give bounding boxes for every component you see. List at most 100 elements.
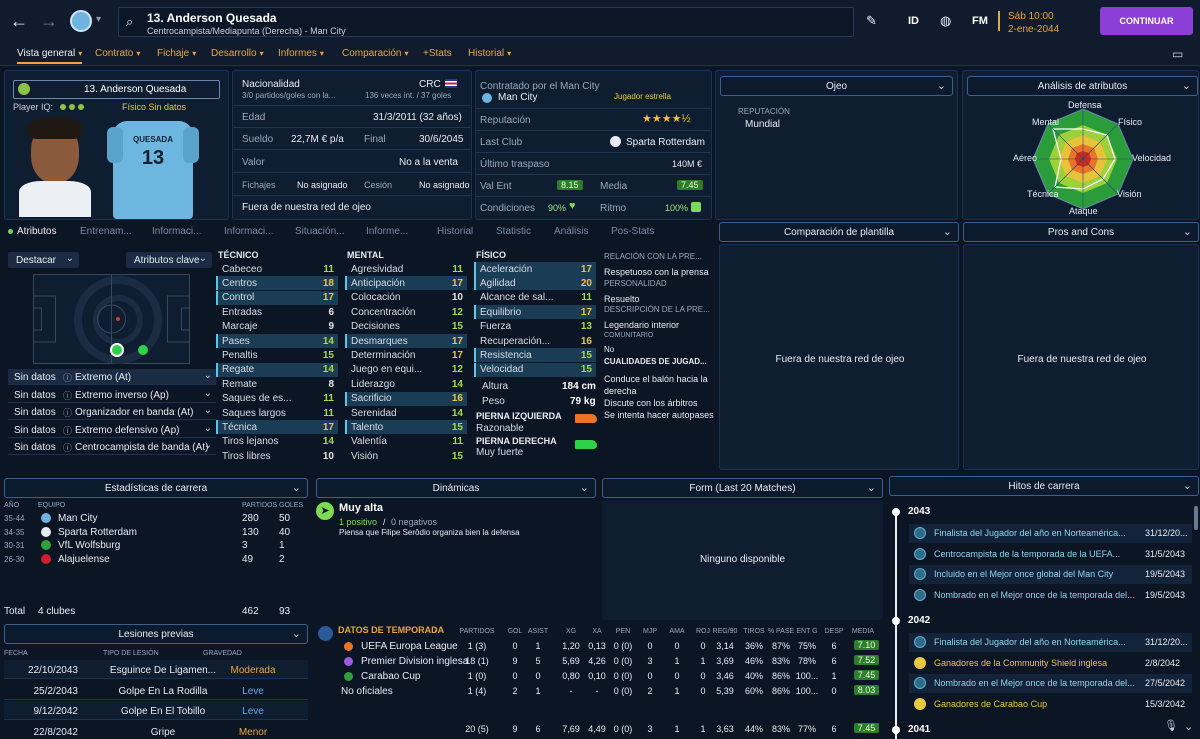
season-stats-title[interactable]: DATOS DE TEMPORADA (338, 625, 444, 635)
attribute-row[interactable]: Desmarques 17 (345, 334, 467, 348)
chevron-down-icon[interactable]: ⌄ (1184, 720, 1193, 733)
injury-row[interactable]: 22/10/2043 Esguince De Ligamen... Moderada (4, 660, 308, 679)
scrollbar-thumb[interactable] (1194, 506, 1198, 530)
milestone-item[interactable]: Ganadores de la Community Shield inglesa… (909, 654, 1192, 673)
attribute-row[interactable]: Regate 14 (216, 362, 338, 377)
secondary-position-marker[interactable] (138, 345, 148, 355)
nav-item[interactable]: Vista general ▾ (17, 48, 83, 64)
nav-item[interactable]: +Stats (423, 48, 452, 59)
attribute-row[interactable]: Juego en equi... 12 (345, 363, 467, 377)
attribute-row[interactable]: Serenidad 14 (345, 406, 467, 420)
attribute-row[interactable]: Saques largos 11 (216, 406, 338, 420)
injuries-dropdown[interactable]: Lesiones previas ⌄ (4, 624, 308, 644)
career-row[interactable]: 26-30 Alajuelense 49 2 (4, 553, 308, 566)
attribute-row[interactable]: Colocación 10 (345, 291, 467, 305)
club-name[interactable]: Man City (498, 92, 537, 103)
role-row[interactable]: Sin datos ⓘ Extremo (At) ⌄ (8, 369, 216, 385)
attribute-row[interactable]: Control 17 (216, 290, 338, 305)
dynamics-dropdown[interactable]: Dinámicas ⌄ (316, 478, 596, 498)
attribute-row[interactable]: Remate 8 (216, 377, 338, 391)
milestone-item[interactable]: Ganadores de Carabao Cup 15/3/2042 (909, 695, 1192, 714)
attribute-row[interactable]: Tiros libres 10 (216, 449, 338, 463)
attribute-row[interactable]: Entradas 6 (216, 305, 338, 319)
season-row[interactable]: No oficiales 1 (4) 2 1- -0 (0) 2 1 0 5,39 60% 86% 1… (316, 685, 883, 699)
nav-item[interactable]: Comparación ▾ (342, 48, 409, 59)
calendar-icon[interactable] (998, 11, 1002, 31)
pros-cons-dropdown[interactable]: Pros and Cons ⌄ (963, 222, 1199, 242)
last-club-value[interactable]: Sparta Rotterdam (626, 137, 705, 148)
career-row[interactable]: 34-35 Sparta Rotterdam 130 40 (4, 526, 308, 539)
attribute-row[interactable]: Tiros lejanos 14 (216, 435, 338, 449)
primary-position-marker[interactable] (110, 343, 124, 357)
injury-row[interactable]: 25/2/2043 Golpe En La Rodilla Leve (4, 681, 308, 700)
attribute-row[interactable]: Recuperación... 16 (474, 334, 596, 348)
player-search-box[interactable]: ⌕ 13. Anderson Quesada Centrocampista/Me… (118, 7, 854, 37)
club-dropdown-icon[interactable]: ▾ (96, 14, 101, 25)
squad-comparison-dropdown[interactable]: Comparación de plantilla ⌄ (719, 222, 959, 242)
attribute-tab[interactable]: Situación... (295, 226, 344, 237)
attribute-row[interactable]: Penaltis 15 (216, 348, 338, 362)
attribute-tab[interactable]: Análisis (554, 226, 588, 237)
highlight-dropdown[interactable]: Destacar ⌄ (8, 252, 79, 268)
attribute-tab[interactable]: Atributos (17, 226, 56, 237)
scouting-dropdown[interactable]: Ojeo ⌄ (720, 76, 953, 96)
attribute-row[interactable]: Aceleración 17 (474, 262, 596, 276)
role-row[interactable]: Sin datos ⓘ Organizador en banda (At) ⌄ (8, 404, 216, 420)
role-row[interactable]: Sin datos ⓘ Centrocampista de banda (At) ⌄ (8, 439, 216, 455)
attribute-row[interactable]: Marcaje 9 (216, 320, 338, 334)
attribute-tab[interactable]: Informaci... (224, 226, 273, 237)
attribute-row[interactable]: Visión 15 (345, 449, 467, 463)
attribute-row[interactable]: Valentía 11 (345, 435, 467, 449)
id-button[interactable]: ID (908, 15, 919, 27)
role-row[interactable]: Sin datos ⓘ Extremo inverso (Ap) ⌄ (8, 387, 216, 403)
milestone-item[interactable]: Finalista del Jugador del año en Norteam… (909, 633, 1192, 652)
attribute-row[interactable]: Agilidad 20 (474, 276, 596, 291)
edit-icon[interactable]: ✎ (866, 13, 877, 29)
attribute-tab[interactable]: Pos-Stats (611, 226, 654, 237)
forward-icon[interactable]: → (40, 11, 58, 32)
milestone-item[interactable]: Nombrado en el Mejor once de la temporad… (909, 586, 1192, 605)
screen-icon[interactable]: ▭ (1172, 47, 1183, 61)
milestones-dropdown[interactable]: Hitos de carrera ⌄ (889, 476, 1199, 496)
nav-item[interactable]: Contrato ▾ (95, 48, 140, 59)
attribute-row[interactable]: Decisiones 15 (345, 320, 467, 334)
attribute-row[interactable]: Agresividad 11 (345, 262, 467, 276)
attribute-row[interactable]: Concentración 12 (345, 305, 467, 319)
attribute-tab[interactable]: Historial (437, 226, 473, 237)
fm-button[interactable]: FM (972, 15, 988, 27)
microphone-icon[interactable]: 🎙 (1164, 719, 1178, 735)
back-icon[interactable]: ← (10, 11, 28, 32)
attribute-row[interactable]: Equilibrio 17 (474, 305, 596, 320)
attribute-row[interactable]: Pases 14 (216, 334, 338, 348)
attribute-row[interactable]: Resistencia 15 (474, 348, 596, 363)
club-badge-icon[interactable] (70, 10, 92, 32)
attribute-tab[interactable]: Informe... (366, 226, 408, 237)
dynamics-negatives[interactable]: 0 negativos (391, 517, 437, 527)
nav-item[interactable]: Historial ▾ (468, 48, 511, 59)
season-row[interactable]: UEFA Europa League 1 (3) 0 1 1,20 0,13 0 (0) 0 0… (316, 640, 883, 654)
attribute-row[interactable]: Velocidad 15 (474, 362, 596, 377)
attribute-row[interactable]: Saques de es... 11 (216, 392, 338, 406)
role-row[interactable]: Sin datos ⓘ Extremo defensivo (Ap) ⌄ (8, 422, 216, 438)
injury-row[interactable]: 22/8/2042 Gripe Menor (4, 722, 308, 739)
nav-item[interactable]: Fichaje ▾ (157, 48, 196, 59)
attribute-row[interactable]: Determinación 17 (345, 348, 467, 362)
injury-row[interactable]: 9/12/2042 Golpe En El Tobillo Leve (4, 701, 308, 720)
player-name-box[interactable]: 13. Anderson Quesada (13, 80, 220, 99)
key-attributes-dropdown[interactable]: Atributos clave ⌄ (126, 252, 212, 268)
career-row[interactable]: 30-31 VfL Wolfsburg 3 1 (4, 539, 308, 552)
attribute-row[interactable]: Alcance de sal... 11 (474, 291, 596, 305)
season-row[interactable]: Premier Division inglesa 18 (1) 9 5 5,69 4,26… (316, 655, 883, 669)
form-dropdown[interactable]: Form (Last 20 Matches) ⌄ (602, 478, 883, 498)
milestone-item[interactable]: Incluido en el Mejor once global del Man… (909, 565, 1192, 584)
season-total-row[interactable]: 20 (5) 9 6 7,69 4,49 0 (0) 3 1 1 3,63 44% 83% 77% 6 7.… (316, 723, 883, 737)
attribute-tab[interactable]: Entrenam... (80, 226, 132, 237)
nav-item[interactable]: Desarrollo ▾ (211, 48, 264, 59)
milestone-item[interactable]: Centrocampista de la temporada de la UEF… (909, 545, 1192, 564)
continue-button[interactable]: CONTINUAR (1100, 7, 1193, 35)
season-row[interactable]: Carabao Cup 1 (0) 0 0 0,80 0,10 0 (0) 0 0 0 3,46 40… (316, 670, 883, 684)
attribute-row[interactable]: Anticipación 17 (345, 276, 467, 291)
attribute-row[interactable]: Centros 18 (216, 276, 338, 291)
attribute-row[interactable]: Fuerza 13 (474, 320, 596, 334)
milestone-item[interactable]: Finalista del Jugador del año en Norteam… (909, 524, 1192, 543)
